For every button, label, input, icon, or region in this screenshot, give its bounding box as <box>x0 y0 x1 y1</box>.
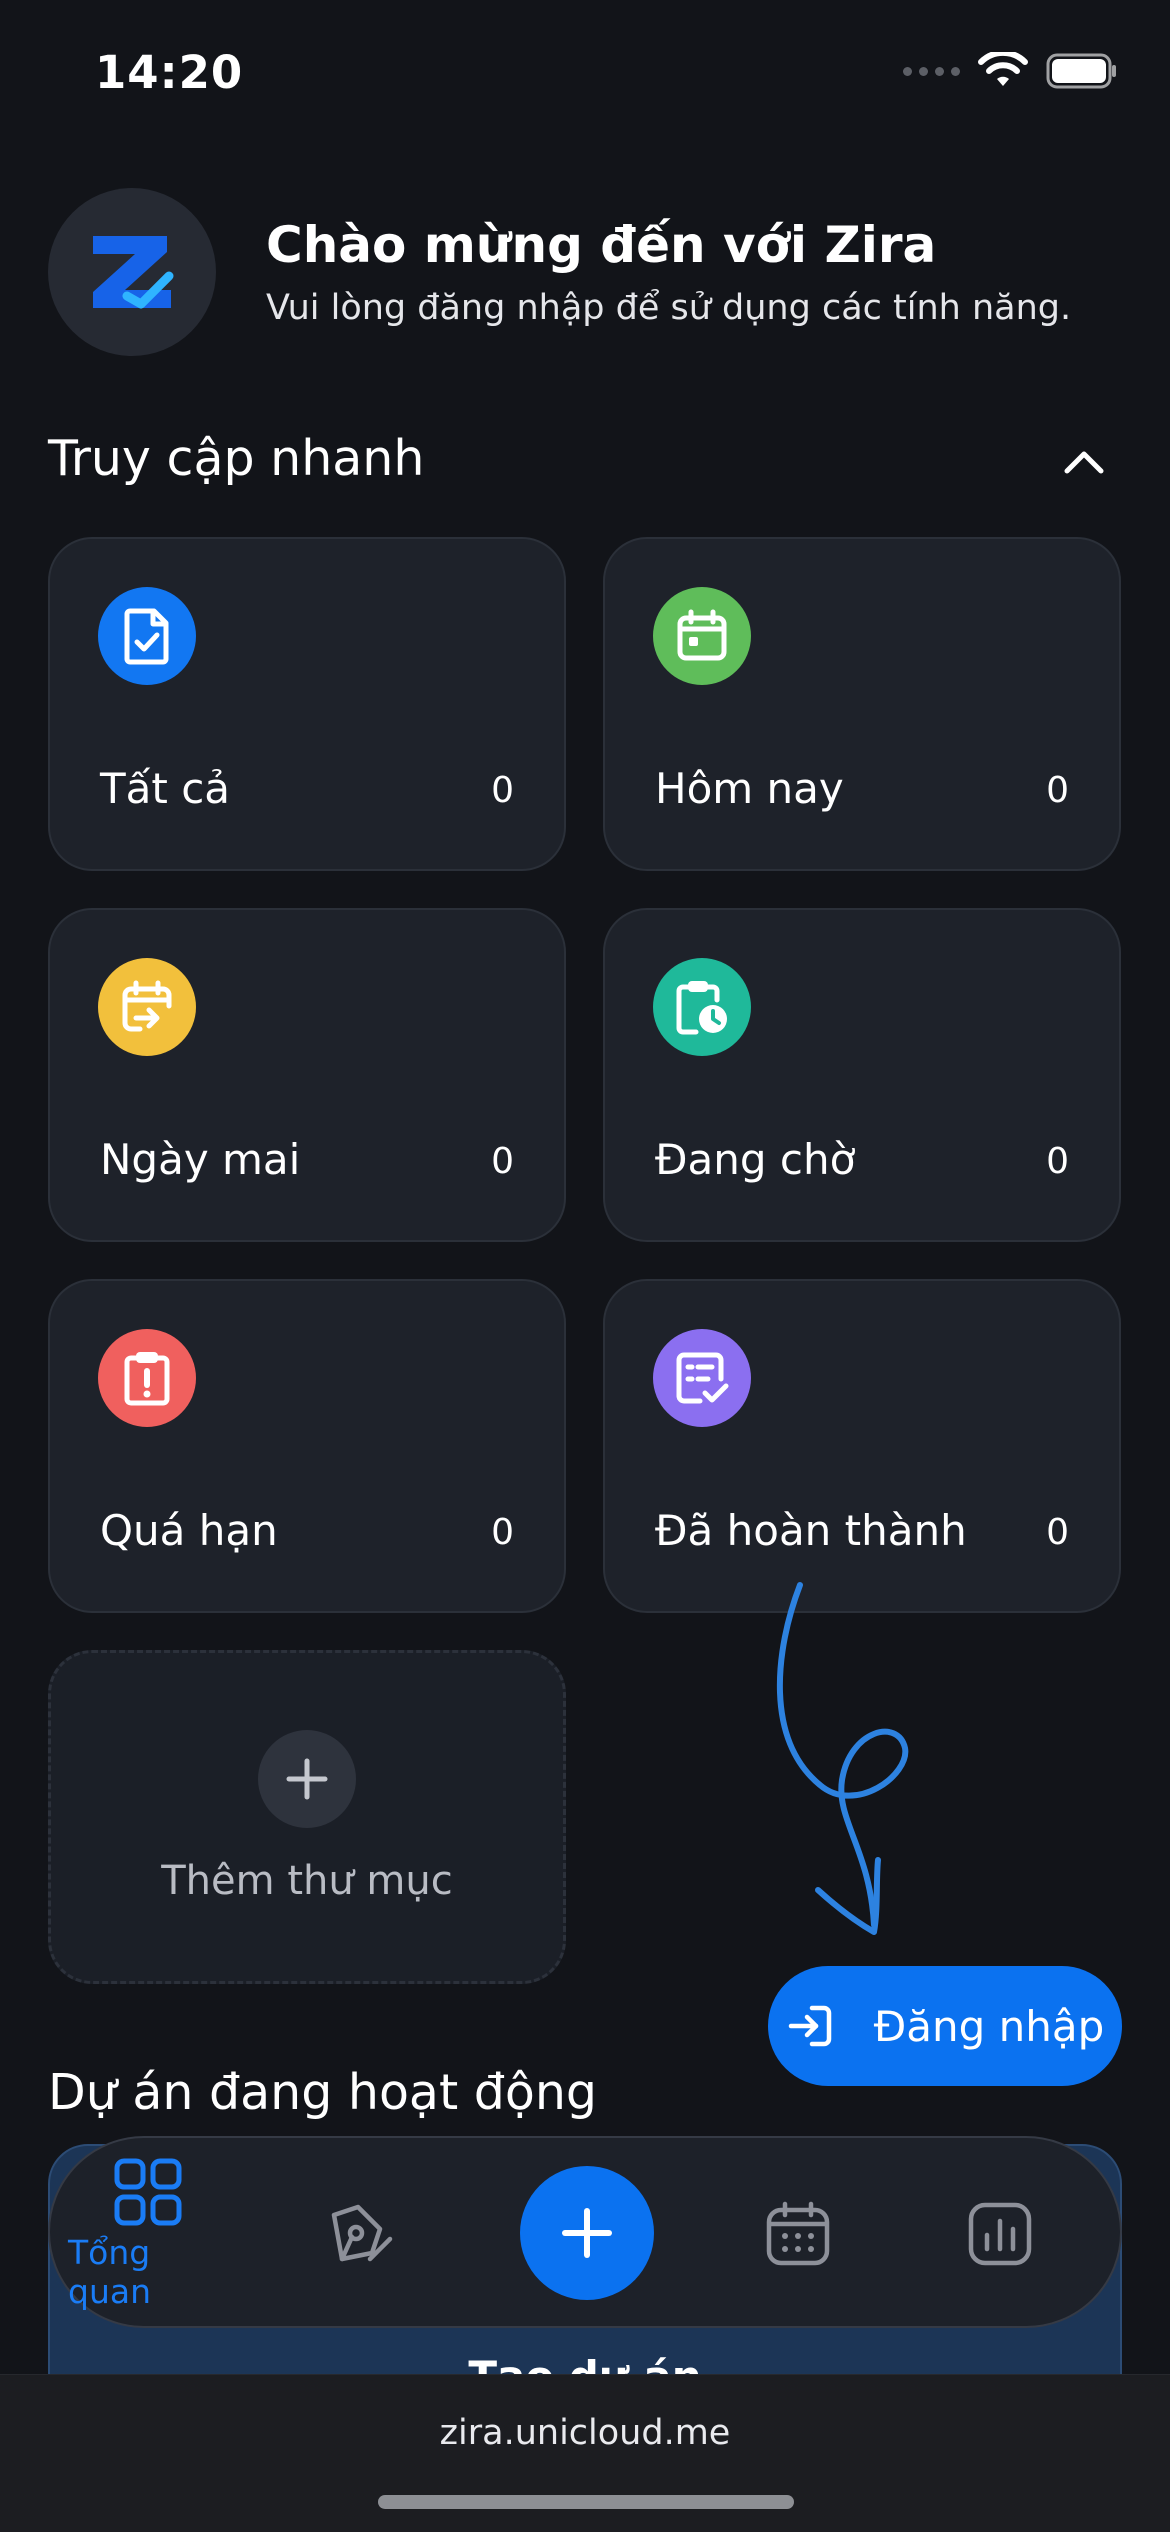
quick-card-all[interactable]: Tất cả 0 <box>48 537 566 871</box>
calendar-arrow-icon <box>98 958 196 1056</box>
checklist-done-icon <box>653 1329 751 1427</box>
grid-icon <box>114 2158 182 2226</box>
card-label: Ngày mai <box>100 1135 301 1184</box>
add-task-button[interactable] <box>520 2166 654 2300</box>
plus-icon <box>258 1730 356 1828</box>
status-icons <box>903 52 1118 90</box>
quick-access-title: Truy cập nhanh <box>48 430 425 487</box>
card-count: 0 <box>491 1512 514 1553</box>
zira-logo <box>48 188 216 356</box>
card-label: Tất cả <box>100 764 231 813</box>
home-indicator[interactable] <box>378 2495 794 2509</box>
chevron-up-icon <box>1064 451 1104 474</box>
zira-logo-icon <box>93 236 174 309</box>
login-label: Đăng nhập <box>873 2001 1105 2051</box>
active-projects-title: Dự án đang hoạt động <box>48 2064 597 2121</box>
tab-overview-label: Tổng quan <box>68 2233 151 2311</box>
quick-card-pending[interactable]: Đang chờ 0 <box>603 908 1121 1242</box>
status-bar: 14:20 <box>0 0 1170 150</box>
calendar-today-icon <box>653 587 751 685</box>
curly-arrow-icon <box>776 1582 909 1935</box>
quick-card-tomorrow[interactable]: Ngày mai 0 <box>48 908 566 1242</box>
card-label: Hôm nay <box>655 764 844 813</box>
bottom-tab-bar: Tổng quan <box>48 2136 1122 2328</box>
battery-icon <box>1046 53 1116 89</box>
pen-tool-icon <box>331 2204 393 2262</box>
calendar-icon <box>766 2201 830 2266</box>
welcome-subtitle: Vui lòng đăng nhập để sử dụng các tính n… <box>266 288 1072 328</box>
welcome-header: Chào mừng đến với Zira Vui lòng đăng nhậ… <box>48 188 1071 356</box>
add-folder-button[interactable]: Thêm thư mục <box>48 1650 566 1984</box>
tab-overview[interactable]: Tổng quan <box>68 2138 228 2330</box>
card-label: Quá hạn <box>100 1506 278 1555</box>
wifi-icon <box>978 52 1028 86</box>
card-count: 0 <box>491 770 514 811</box>
add-folder-label: Thêm thư mục <box>161 1858 453 1904</box>
card-count: 0 <box>1046 770 1069 811</box>
document-check-icon <box>98 587 196 685</box>
clipboard-alert-icon <box>98 1329 196 1427</box>
quick-card-today[interactable]: Hôm nay 0 <box>603 537 1121 871</box>
card-label: Đang chờ <box>655 1135 856 1184</box>
card-count: 0 <box>491 1141 514 1182</box>
plus-icon <box>562 2208 612 2258</box>
collapse-toggle[interactable] <box>1058 442 1110 482</box>
clipboard-clock-icon <box>653 958 751 1056</box>
tab-calendar[interactable] <box>728 2138 868 2330</box>
login-icon <box>788 2005 831 2047</box>
tab-statistics[interactable] <box>930 2138 1070 2330</box>
status-time: 14:20 <box>95 46 244 99</box>
tab-projects[interactable] <box>290 2138 430 2330</box>
quick-card-completed[interactable]: Đã hoàn thành 0 <box>603 1279 1121 1613</box>
browser-bottom-bar: zira.unicloud.me <box>0 2374 1170 2532</box>
card-label: Đã hoàn thành <box>655 1506 967 1555</box>
login-button[interactable]: Đăng nhập <box>768 1966 1122 2086</box>
bar-chart-icon <box>968 2202 1032 2266</box>
card-count: 0 <box>1046 1512 1069 1553</box>
address-bar[interactable]: zira.unicloud.me <box>0 2413 1170 2453</box>
welcome-title: Chào mừng đến với Zira <box>266 216 937 274</box>
quick-card-overdue[interactable]: Quá hạn 0 <box>48 1279 566 1613</box>
cellular-signal-icon <box>903 66 960 76</box>
card-count: 0 <box>1046 1141 1069 1182</box>
